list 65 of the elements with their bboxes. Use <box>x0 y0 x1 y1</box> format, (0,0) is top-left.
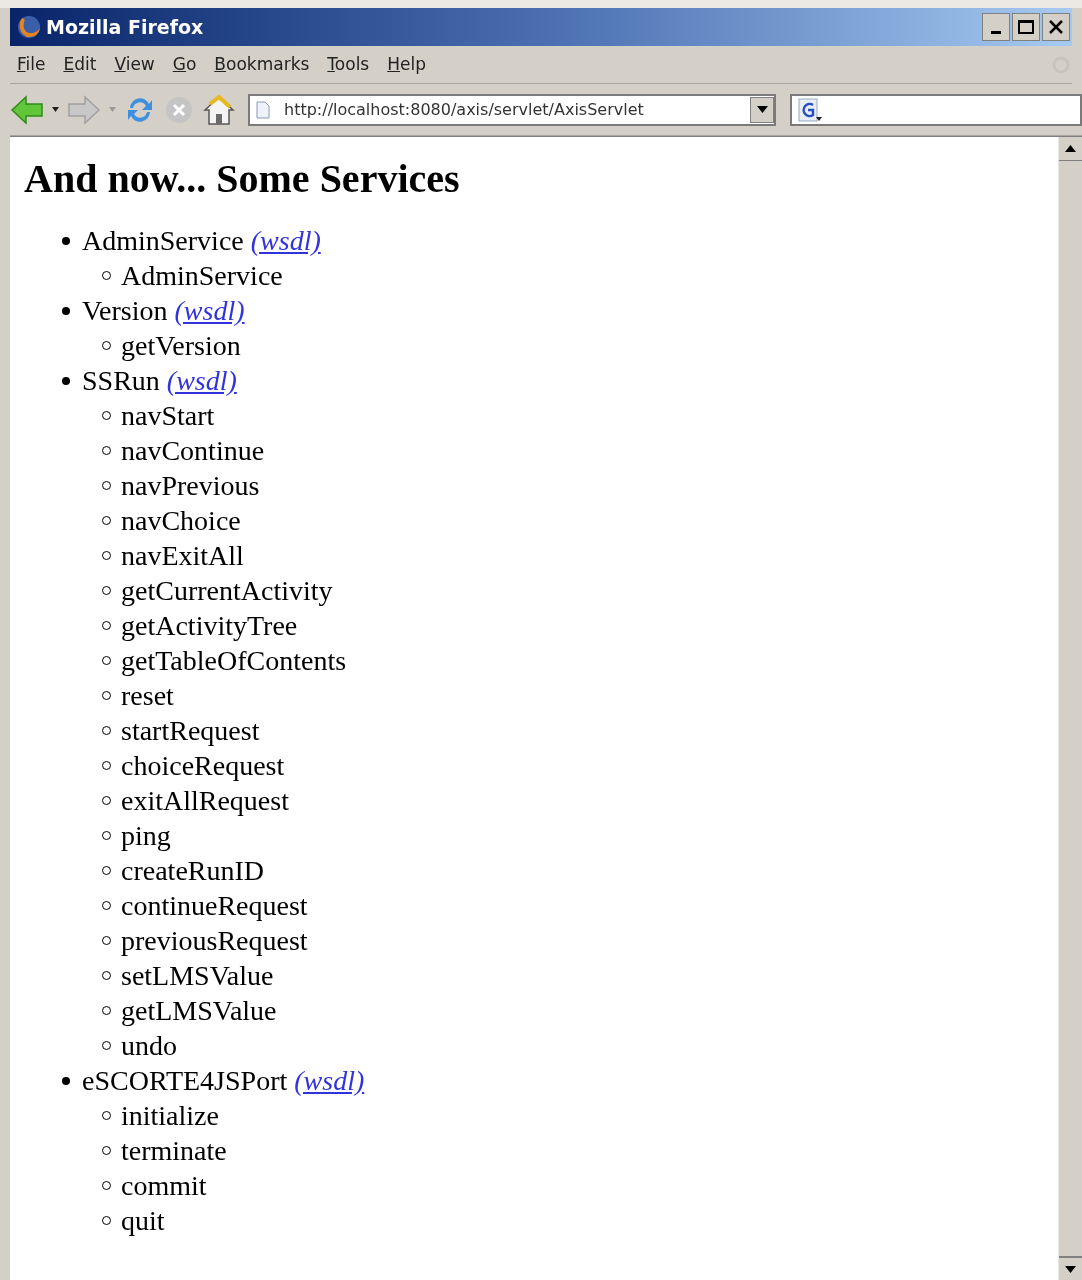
service-name: AdminService <box>82 224 244 258</box>
page-icon <box>256 100 270 119</box>
operation-name: getCurrentActivity <box>121 574 333 608</box>
maximize-icon <box>1018 20 1034 34</box>
operation-name: getVersion <box>121 329 241 363</box>
bullet-icon <box>62 376 70 385</box>
operation-name: reset <box>121 679 174 713</box>
bullet-icon <box>62 236 70 245</box>
operation-name: getTableOfContents <box>121 644 347 678</box>
operation-name: navChoice <box>121 504 241 538</box>
url-text: http://localhost:8080/axis/servlet/AxisServlet <box>284 98 644 121</box>
operation-name: ping <box>121 819 171 853</box>
operation-name: getActivityTree <box>121 609 298 643</box>
menu-item[interactable]: Go <box>165 51 204 78</box>
maximize-button[interactable] <box>1012 13 1040 41</box>
operation-name: navExitAll <box>121 539 244 573</box>
wsdl-link[interactable]: (wsdl) <box>166 363 237 398</box>
down-triangle-icon <box>756 106 768 113</box>
service-name: Version <box>82 294 168 328</box>
operation-name: navStart <box>121 399 215 433</box>
menu-item[interactable]: Bookmarks <box>207 51 317 78</box>
fox-globe-icon <box>16 14 42 40</box>
operation-name: quit <box>121 1204 165 1238</box>
operation-name: choiceRequest <box>121 749 285 783</box>
menu-item[interactable]: Edit <box>56 51 104 78</box>
back-arrow-icon[interactable] <box>10 94 44 125</box>
operation-name: AdminService <box>121 259 283 293</box>
operation-name: initialize <box>121 1099 219 1133</box>
wsdl-link[interactable]: (wsdl) <box>294 1063 365 1098</box>
operation-name: navPrevious <box>121 469 260 503</box>
up-triangle-icon <box>1065 145 1076 152</box>
close-icon <box>1048 19 1064 35</box>
menu-item[interactable]: File <box>10 51 53 78</box>
down-triangle-icon <box>1065 1265 1076 1273</box>
search-field[interactable] <box>790 93 1082 126</box>
minimize-button[interactable] <box>982 13 1010 41</box>
operation-name: previousRequest <box>121 924 308 958</box>
service-name: eSCORTE4JSPort <box>82 1064 288 1098</box>
home-icon[interactable] <box>202 93 236 126</box>
service-name: SSRun <box>82 364 160 398</box>
operation-name: startRequest <box>121 714 260 748</box>
operation-name: exitAllRequest <box>121 784 289 818</box>
menu-item[interactable]: Help <box>380 51 433 78</box>
caret-icon[interactable] <box>52 107 59 112</box>
operation-name: terminate <box>121 1134 227 1168</box>
wsdl-link[interactable]: (wsdl) <box>250 223 321 258</box>
minimize-icon <box>991 31 1001 34</box>
operation-name: commit <box>121 1169 207 1203</box>
menu-item[interactable]: View <box>107 51 162 78</box>
operation-name: getLMSValue <box>121 994 277 1028</box>
window-title: Mozilla Firefox <box>46 14 204 40</box>
operation-name: navContinue <box>121 434 265 468</box>
operation-name: createRunID <box>121 854 265 888</box>
bullet-icon <box>62 306 70 315</box>
bullet-icon <box>62 1076 70 1085</box>
operation-name: continueRequest <box>121 889 308 923</box>
wsdl-link[interactable]: (wsdl) <box>174 293 245 328</box>
page-heading: And now... Some Services <box>24 155 460 203</box>
dropdown-button[interactable] <box>750 96 774 123</box>
operation-name: undo <box>121 1029 177 1063</box>
search-engine-icon[interactable] <box>798 97 822 122</box>
address-field[interactable]: http://localhost:8080/axis/servlet/AxisServlet <box>248 93 776 126</box>
operation-name: setLMSValue <box>121 959 274 993</box>
menu-item[interactable]: Tools <box>320 51 377 78</box>
close-button[interactable] <box>1042 13 1070 41</box>
